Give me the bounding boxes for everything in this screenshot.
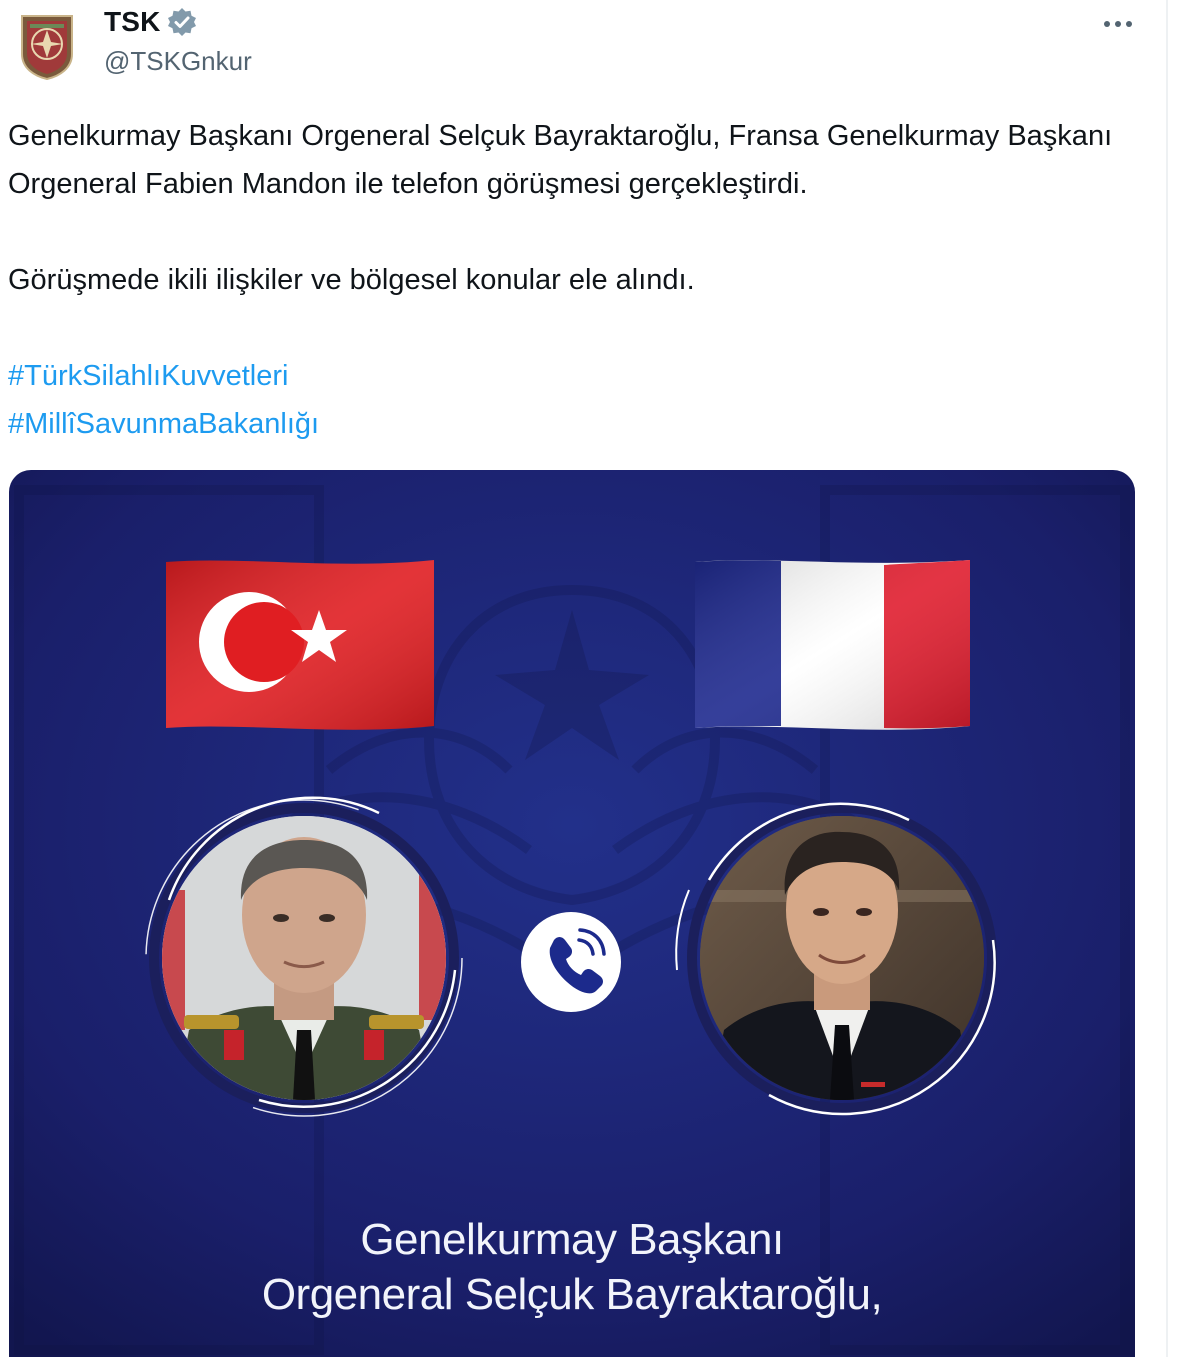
phone-call-icon (521, 912, 621, 1012)
media-caption-line: Genelkurmay Başkanı (360, 1215, 784, 1264)
france-flag (695, 560, 970, 730)
tsk-emblem-icon (21, 15, 73, 81)
tweet-paragraph: Görüşmede ikili ilişkiler ve bölgesel ko… (8, 264, 695, 296)
tweet-text: Genelkurmay Başkanı Orgeneral Selçuk Bay… (8, 112, 1148, 448)
tweet: TSK @TSKGnkur Genelkurmay Başkanı Orgene… (0, 0, 1200, 1357)
verified-badge-icon (167, 7, 197, 37)
more-button[interactable] (1098, 12, 1138, 36)
more-horizontal-icon (1104, 21, 1132, 27)
avatar[interactable] (18, 12, 76, 81)
hashtag-link[interactable]: #MillîSavunmaBakanlığı (8, 400, 1148, 448)
author-name-row: TSK (104, 6, 197, 38)
timeline-divider (1166, 0, 1168, 1357)
turkey-flag (166, 560, 434, 730)
handle[interactable]: @TSKGnkur (104, 46, 252, 77)
tweet-media-image[interactable]: Genelkurmay Başkanı Orgeneral Selçuk Bay… (9, 470, 1135, 1357)
media-caption-line: Orgeneral Selçuk Bayraktaroğlu, (261, 1270, 883, 1319)
tweet-paragraph: Genelkurmay Başkanı Orgeneral Selçuk Bay… (8, 120, 1113, 200)
display-name[interactable]: TSK (104, 6, 161, 38)
hashtag-link[interactable]: #TürkSilahlıKuvvetleri (8, 352, 1148, 400)
